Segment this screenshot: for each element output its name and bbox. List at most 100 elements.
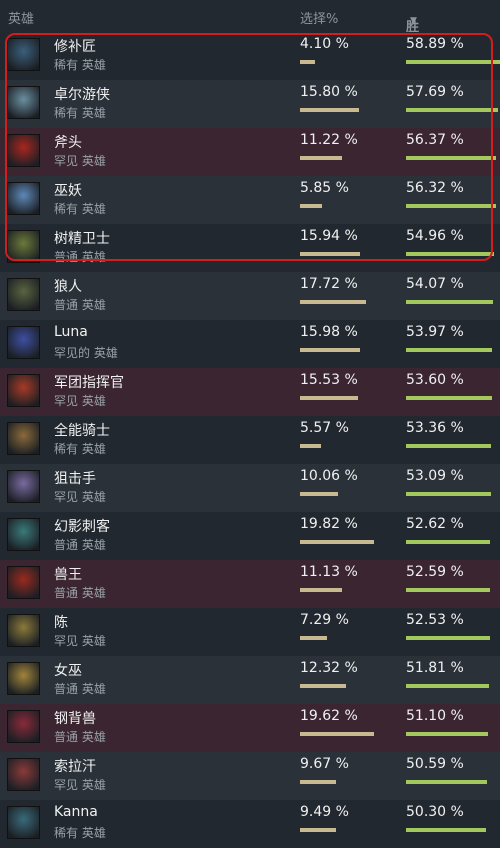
hero-row[interactable]: 狼人 普通 英雄 17.72 % 54.07 % xyxy=(0,272,500,320)
win-rate-bar xyxy=(406,252,494,256)
pick-rate-value: 15.53 % xyxy=(300,372,358,388)
pick-rate-bar xyxy=(300,204,322,208)
win-rate-value: 53.09 % xyxy=(406,468,464,484)
win-rate-bar xyxy=(406,732,488,736)
hero-rarity: 罕见 英雄 xyxy=(54,778,106,792)
hero-rarity: 普通 英雄 xyxy=(54,682,106,696)
win-rate-value: 53.36 % xyxy=(406,420,464,436)
legion-commander-portrait xyxy=(7,374,40,407)
hero-rarity: 罕见 英雄 xyxy=(54,490,106,504)
win-rate-value: 54.96 % xyxy=(406,228,464,244)
win-rate-bar xyxy=(406,444,491,448)
hero-name: 钢背兽 xyxy=(54,711,96,727)
treant-portrait xyxy=(7,230,40,263)
hero-rarity: 普通 英雄 xyxy=(54,730,106,744)
hero-row[interactable]: 修补匠 稀有 英雄 4.10 % 58.89 % xyxy=(0,32,500,80)
pick-rate-bar xyxy=(300,444,321,448)
pick-rate-bar xyxy=(300,348,360,352)
column-header-pick-rate[interactable]: 选择% xyxy=(300,8,338,27)
pick-rate-value: 7.29 % xyxy=(300,612,349,628)
pick-rate-bar xyxy=(300,300,366,304)
pick-rate-value: 15.80 % xyxy=(300,84,358,100)
sort-caret-icon: ▼ xyxy=(410,16,417,26)
pick-rate-value: 5.85 % xyxy=(300,180,349,196)
hero-row[interactable]: 索拉汗罕见 英雄 9.67 % 50.59 % xyxy=(0,752,500,800)
win-rate-value: 54.07 % xyxy=(406,276,464,292)
hero-row[interactable]: 军团指挥官 罕见 英雄 15.53 % 53.60 % xyxy=(0,368,500,416)
hero-name: 狙击手 xyxy=(54,471,96,487)
hero-rarity: 罕见 英雄 xyxy=(54,634,106,648)
pick-rate-value: 19.62 % xyxy=(300,708,358,724)
pick-rate-value: 17.72 % xyxy=(300,276,358,292)
pick-rate-value: 11.22 % xyxy=(300,132,358,148)
pick-rate-bar xyxy=(300,60,315,64)
enchantress-portrait xyxy=(7,662,40,695)
hero-row[interactable]: 狙击手 罕见 英雄 10.06 % 53.09 % xyxy=(0,464,500,512)
win-rate-bar xyxy=(406,636,490,640)
hero-rarity: 普通 英雄 xyxy=(54,250,106,264)
pick-rate-bar xyxy=(300,540,374,544)
pick-rate-value: 15.98 % xyxy=(300,324,358,340)
hero-row[interactable]: 树精卫士 普通 英雄 15.94 % 54.96 % xyxy=(0,224,500,272)
tinker-portrait xyxy=(7,38,40,71)
hero-name: 修补匠 xyxy=(54,39,96,55)
pick-rate-bar xyxy=(300,588,342,592)
win-rate-value: 50.59 % xyxy=(406,756,464,772)
hero-rarity: 罕见 英雄 xyxy=(54,154,106,168)
hero-rarity: 稀有 英雄 xyxy=(54,58,106,72)
pick-rate-value: 4.10 % xyxy=(300,36,349,52)
hero-name: 幻影刺客 xyxy=(54,519,110,535)
hero-row[interactable]: 女巫普通 英雄 12.32 % 51.81 % xyxy=(0,656,500,704)
pick-rate-value: 19.82 % xyxy=(300,516,358,532)
hero-name: 兽王 xyxy=(54,567,82,583)
hero-name: 陈 xyxy=(54,615,68,631)
pick-rate-value: 9.67 % xyxy=(300,756,349,772)
win-rate-value: 52.59 % xyxy=(406,564,464,580)
hero-row[interactable]: 钢背兽 普通 英雄 19.62 % 51.10 % xyxy=(0,704,500,752)
pick-rate-value: 12.32 % xyxy=(300,660,358,676)
hero-name: 女巫 xyxy=(54,663,82,679)
win-rate-value: 53.97 % xyxy=(406,324,464,340)
win-rate-value: 50.30 % xyxy=(406,804,464,820)
pick-rate-value: 11.13 % xyxy=(300,564,358,580)
hero-row[interactable]: 斧头 罕见 英雄 11.22 % 56.37 % xyxy=(0,128,500,176)
hero-rarity: 普通 英雄 xyxy=(54,298,106,312)
win-rate-bar xyxy=(406,300,493,304)
pick-rate-bar xyxy=(300,156,342,160)
win-rate-value: 51.81 % xyxy=(406,660,464,676)
win-rate-value: 56.32 % xyxy=(406,180,464,196)
pick-rate-bar xyxy=(300,732,374,736)
hero-name: Kanna xyxy=(54,804,98,820)
win-rate-bar xyxy=(406,204,496,208)
hero-row[interactable]: 幻影刺客普通 英雄 19.82 % 52.62 % xyxy=(0,512,500,560)
axe-portrait xyxy=(7,134,40,167)
hero-row[interactable]: Luna 罕见的 英雄 15.98 % 53.97 % xyxy=(0,320,500,368)
pick-rate-value: 9.49 % xyxy=(300,804,349,820)
win-rate-bar xyxy=(406,492,491,496)
win-rate-bar xyxy=(406,108,498,112)
win-rate-bar xyxy=(406,60,500,64)
hero-row[interactable]: 卓尔游侠 稀有 英雄 15.80 % 57.69 % xyxy=(0,80,500,128)
hero-name: 全能骑士 xyxy=(54,423,110,439)
win-rate-bar xyxy=(406,780,487,784)
pick-rate-bar xyxy=(300,492,338,496)
hero-row[interactable]: 巫妖稀有 英雄 5.85 % 56.32 % xyxy=(0,176,500,224)
pick-rate-bar xyxy=(300,828,336,832)
hero-name: 卓尔游侠 xyxy=(54,87,110,103)
hero-row[interactable]: 兽王普通 英雄 11.13 % 52.59 % xyxy=(0,560,500,608)
hero-name: 树精卫士 xyxy=(54,231,110,247)
hero-rarity: 稀有 英雄 xyxy=(54,202,106,216)
win-rate-bar xyxy=(406,348,492,352)
hero-rarity: 稀有 英雄 xyxy=(54,442,106,456)
hero-row[interactable]: 陈罕见 英雄 7.29 % 52.53 % xyxy=(0,608,500,656)
table-header: 英雄 选择% 胜利%▼ xyxy=(0,0,500,54)
hero-name: 巫妖 xyxy=(54,183,82,199)
win-rate-bar xyxy=(406,684,489,688)
hero-row[interactable]: Kanna 稀有 英雄 9.49 % 50.30 % xyxy=(0,800,500,848)
win-rate-value: 52.62 % xyxy=(406,516,464,532)
hero-rarity: 普通 英雄 xyxy=(54,538,106,552)
hero-row[interactable]: 全能骑士 稀有 英雄 5.57 % 53.36 % xyxy=(0,416,500,464)
column-header-hero[interactable]: 英雄 xyxy=(8,8,34,27)
hero-name: 索拉汗 xyxy=(54,759,96,775)
hero-rarity: 普通 英雄 xyxy=(54,586,106,600)
